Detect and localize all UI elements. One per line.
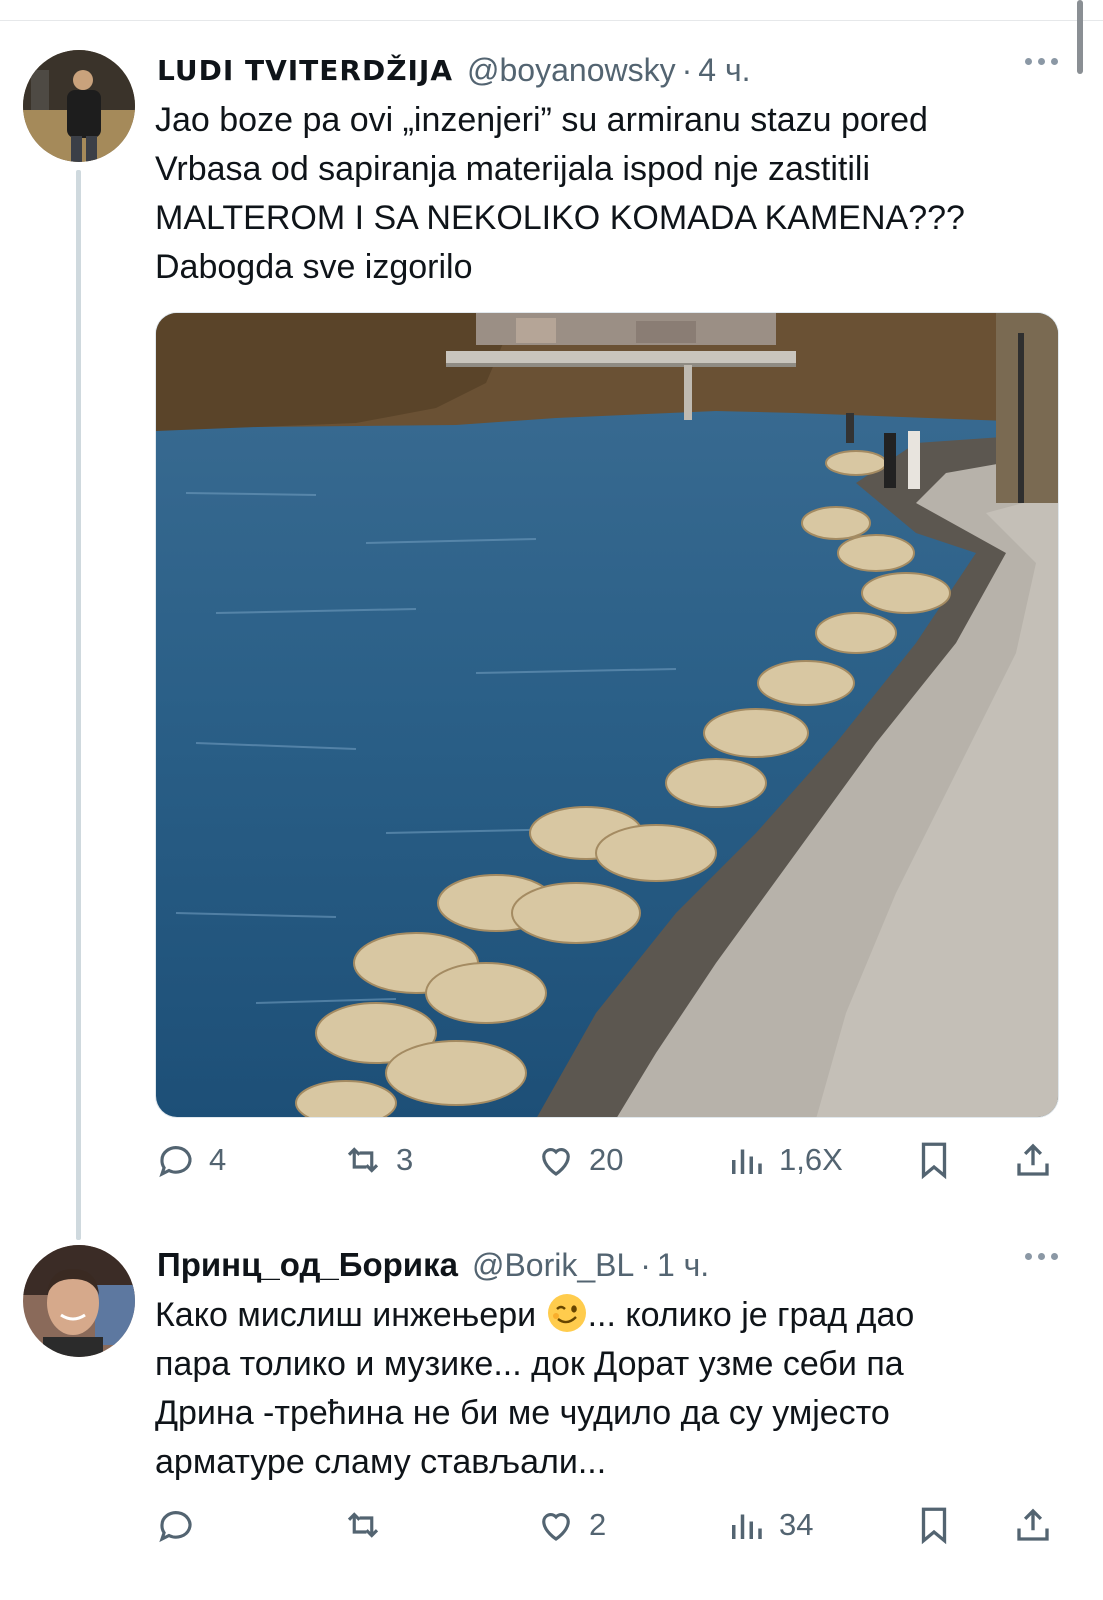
- user-handle[interactable]: @boyanowsky: [467, 52, 676, 89]
- display-name[interactable]: Принц_од_Борика: [157, 1246, 458, 1284]
- like-count: 2: [589, 1507, 607, 1542]
- avatar[interactable]: [23, 50, 135, 162]
- reply-count: 4: [209, 1142, 227, 1177]
- repost-count: 3: [396, 1142, 414, 1177]
- tweet-actions: 4 3 20 1,6Х: [155, 1135, 1055, 1185]
- separator: ·: [640, 1246, 651, 1283]
- reply-icon: [159, 1511, 192, 1543]
- tweet-reply[interactable]: Принц_од_Борика @Borik_BL · 1 ч. Како ми…: [0, 1245, 1103, 1600]
- views-icon: [732, 1514, 762, 1539]
- views-count: 34: [779, 1507, 814, 1542]
- views-button[interactable]: 1,6Х: [725, 1135, 843, 1185]
- views-button[interactable]: 34: [725, 1500, 813, 1550]
- reply-button[interactable]: [155, 1500, 209, 1550]
- timestamp[interactable]: 4 ч.: [698, 52, 750, 89]
- like-icon: [542, 1513, 570, 1541]
- like-icon: [542, 1148, 570, 1176]
- bookmark-icon: [921, 1507, 947, 1545]
- repost-icon: [347, 1147, 379, 1173]
- bookmark-icon: [921, 1142, 947, 1180]
- more-icon[interactable]: [1025, 58, 1058, 65]
- tweet-text-part: Како мислиш инжењери: [155, 1296, 546, 1334]
- repost-button[interactable]: [342, 1500, 396, 1550]
- bookmark-button[interactable]: [913, 1500, 955, 1550]
- winking-face-emoji: [547, 1294, 586, 1332]
- views-count: 1,6Х: [779, 1142, 843, 1177]
- like-button[interactable]: 20: [535, 1135, 623, 1185]
- separator: ·: [681, 51, 693, 88]
- tweet-text: Jao boze pa ovi „inzenjeri” su armiranu …: [155, 101, 965, 286]
- more-icon[interactable]: [1025, 1253, 1058, 1260]
- tweet-photo[interactable]: [155, 312, 1059, 1118]
- top-divider: [0, 20, 1103, 21]
- tweet-header: LUDI TVITERDŽIJA @boyanowsky · 4 ч.: [157, 50, 1073, 90]
- tweet[interactable]: LUDI TVITERDŽIJA @boyanowsky · 4 ч. Jao …: [0, 50, 1103, 1240]
- tweet-text: Како мислиш инжењери ... колико је град …: [155, 1291, 1043, 1487]
- reply-icon: [159, 1146, 192, 1178]
- tweet-actions: 2 34: [155, 1500, 1055, 1550]
- user-handle[interactable]: @Borik_BL: [472, 1247, 634, 1284]
- bookmark-button[interactable]: [913, 1135, 955, 1185]
- timestamp[interactable]: 1 ч.: [657, 1247, 709, 1284]
- share-button[interactable]: [1012, 1135, 1054, 1185]
- share-icon: [1017, 1143, 1049, 1176]
- avatar[interactable]: [23, 1245, 135, 1357]
- thread-connector: [76, 170, 81, 1240]
- views-icon: [732, 1149, 762, 1174]
- repost-button[interactable]: 3: [342, 1135, 413, 1185]
- display-name[interactable]: LUDI TVITERDŽIJA: [157, 54, 453, 87]
- share-button[interactable]: [1012, 1500, 1054, 1550]
- reply-button[interactable]: 4: [155, 1135, 226, 1185]
- share-icon: [1017, 1508, 1049, 1541]
- repost-icon: [347, 1512, 379, 1538]
- like-count: 20: [589, 1142, 624, 1177]
- like-button[interactable]: 2: [535, 1500, 606, 1550]
- tweet-header: Принц_од_Борика @Borik_BL · 1 ч.: [157, 1245, 1073, 1285]
